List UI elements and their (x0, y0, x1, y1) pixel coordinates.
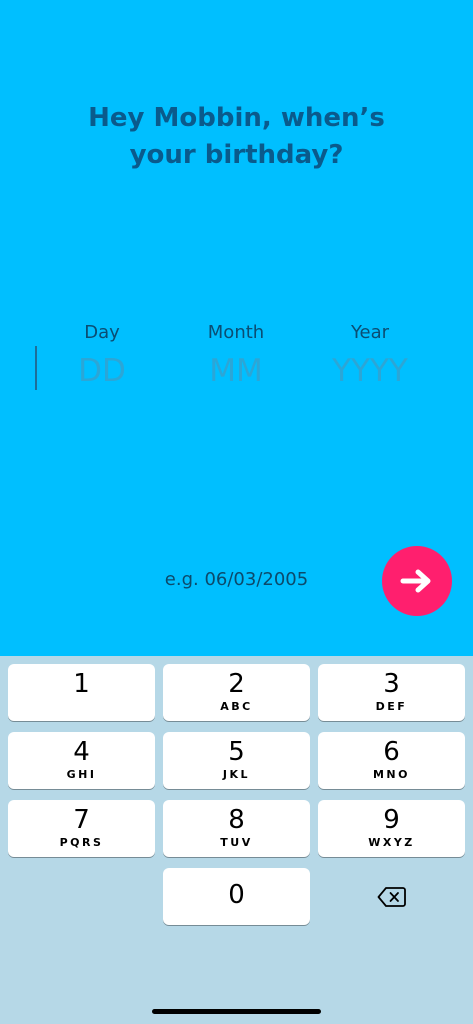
month-input[interactable] (171, 349, 301, 393)
key-9[interactable]: 9 WXYZ (318, 800, 465, 857)
home-indicator[interactable] (152, 1009, 321, 1014)
key-digit: 0 (228, 880, 245, 910)
year-label: Year (350, 322, 390, 343)
key-letters: JKL (222, 768, 251, 781)
birthday-form: Hey Mobbin, when’s your birthday? Day Mo… (0, 0, 473, 656)
key-letters: ABC (220, 700, 253, 713)
key-8[interactable]: 8 TUV (163, 800, 310, 857)
year-field: Year (305, 321, 435, 393)
numeric-keypad: 1 2 ABC 3 DEF 4 GHI 5 JKL 6 MNO 7 PQRS 8 (0, 656, 473, 1024)
month-label: Month (207, 322, 265, 343)
page-title: Hey Mobbin, when’s your birthday? (0, 100, 473, 174)
key-0[interactable]: 0 (163, 868, 310, 925)
year-input[interactable] (305, 349, 435, 393)
key-digit: 6 (383, 737, 400, 767)
day-label: Day (84, 322, 120, 343)
key-7[interactable]: 7 PQRS (8, 800, 155, 857)
key-digit: 1 (73, 669, 90, 699)
text-cursor (35, 346, 37, 390)
key-letters: TUV (220, 836, 253, 849)
key-digit: 8 (228, 805, 245, 835)
key-5[interactable]: 5 JKL (163, 732, 310, 789)
next-button[interactable] (382, 546, 452, 616)
key-6[interactable]: 6 MNO (318, 732, 465, 789)
arrow-right-icon (400, 569, 431, 593)
backspace-icon (377, 886, 406, 907)
key-digit: 3 (383, 669, 400, 699)
key-digit: 5 (228, 737, 245, 767)
key-2[interactable]: 2 ABC (163, 664, 310, 721)
key-digit: 7 (73, 805, 90, 835)
page-title-line-2: your birthday? (129, 140, 344, 170)
key-letters: GHI (66, 768, 97, 781)
key-3[interactable]: 3 DEF (318, 664, 465, 721)
key-4[interactable]: 4 GHI (8, 732, 155, 789)
key-letters: DEF (375, 700, 408, 713)
key-letters: PQRS (59, 836, 104, 849)
month-field: Month (171, 321, 301, 393)
key-digit: 2 (228, 669, 245, 699)
key-letters: MNO (372, 768, 410, 781)
day-input[interactable] (37, 349, 167, 393)
key-1[interactable]: 1 (8, 664, 155, 721)
birthday-screen: Hey Mobbin, when’s your birthday? Day Mo… (0, 0, 473, 1024)
day-field: Day (37, 321, 167, 393)
key-digit: 4 (73, 737, 90, 767)
key-letters: WXYZ (368, 836, 415, 849)
page-title-line-1: Hey Mobbin, when’s (88, 103, 385, 133)
key-digit: 9 (383, 805, 400, 835)
delete-key[interactable] (318, 868, 465, 925)
